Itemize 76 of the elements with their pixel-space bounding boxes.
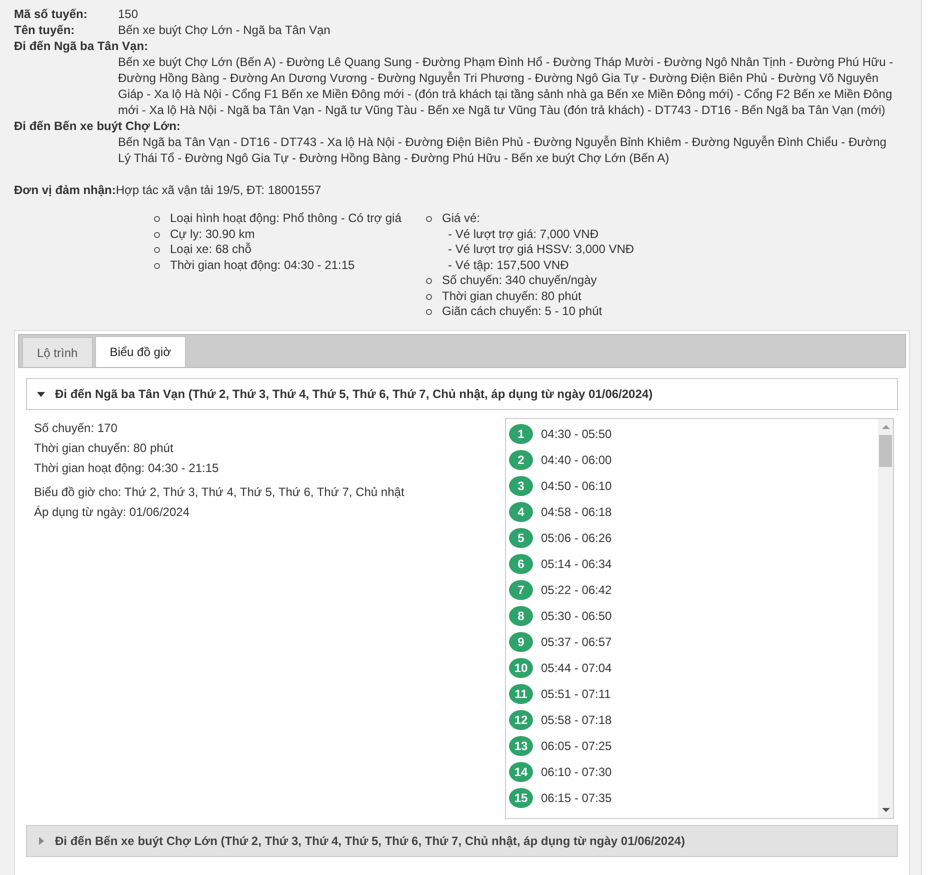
route-path-text: Bến xe buýt Chợ Lớn (Bến A) - Đường Lê Quang Sung - Đường Phạm Đình Hổ - Đường Tháp Mười - Đường Ngô Nhân Tịnh - Đường Phú Hữu - Đường Hồng Bàng - Đường An Dương Vương - Đường Nguyễn Tri Phương - Đường Ngô Gia Tự - Đường Điện Biên Phủ - Đường Võ Nguyên Giáp - Xa lộ Hà Nội - Cổng F1 Bến xe Miền Đông mới - (đón trả khách tại tầng sảnh nhà ga Bến xe Miền Đông mới) - Cổng F2 Bến xe Miền Đông mới - Xa lộ Hà Nội - Ngã ba Tân Vạn - Ngã tư Vũng Tàu - Bến xe Ngã tư Vũng Tàu (đón trả khách) - DT743 - DT16 - Bến Ngã ba Tân Vạn (mới) [117, 54, 894, 118]
bullet-icon [154, 262, 160, 268]
field-value: 150 [118, 6, 138, 22]
detail-text: Giá vé: [442, 211, 482, 226]
summary-text: Thời gian hoạt động: 04:30 - 21:15 [34, 460, 220, 476]
price-text: - Vé tập: 157,500 VNĐ [447, 258, 570, 273]
detail-text: Cự ly: 30.90 km [170, 226, 255, 242]
detail-text: Giãn cách chuyến: 5 - 10 phút [442, 304, 602, 320]
accordion-header[interactable]: Đi đến Ngã ba Tân Vạn (Thứ 2, Thứ 3, Thứ 4, Thứ 5, Thứ 6, Thứ 7, Chủ nhật, áp dụng từ ngày 01/06/2024) [26, 378, 898, 410]
field-label: Mã số tuyến: [14, 6, 88, 22]
bullet-icon [154, 247, 160, 253]
trip-time: 06:10 - 07:30 [541, 764, 612, 778]
detail-text: Thời gian hoạt động: 04:30 - 21:15 [170, 258, 355, 273]
tab[interactable]: Lộ trình [22, 336, 93, 366]
bullet-icon [154, 232, 160, 238]
trip-time: 04:40 - 06:00 [541, 452, 612, 466]
trip-time: 04:50 - 06:10 [541, 478, 612, 492]
trip-time: 05:37 - 06:57 [541, 634, 612, 648]
trip-number: 9 [509, 632, 533, 652]
trip-number: 15 [509, 788, 533, 808]
detail-text: Số chuyến: 340 chuyến/ngày [442, 273, 597, 288]
caret-down-icon [37, 390, 45, 398]
summary-text: Thời gian chuyến: 80 phút [34, 440, 174, 456]
accordion-title: Đi đến Bến xe buýt Chợ Lớn (Thứ 2, Thứ 3, Thứ 4, Thứ 5, Thứ 6, Thứ 7, Chủ nhật, áp dụng từ ngày 01/06/2024) [55, 834, 685, 848]
price-text: - Vé lượt trợ giá HSSV: 3,000 VNĐ [447, 242, 634, 258]
trip-time: 05:58 - 07:18 [541, 712, 612, 726]
trip-time: 05:44 - 07:04 [541, 660, 612, 674]
direction-label: Đi đến Ngã ba Tân Vạn: [14, 38, 150, 54]
trip-number: 11 [509, 684, 533, 704]
trip-number: 10 [509, 658, 533, 678]
field-label: Đơn vị đảm nhận: [14, 183, 116, 197]
trip-number: 13 [509, 736, 533, 756]
note-text: Áp dụng từ ngày: 01/06/2024 [34, 504, 190, 520]
trip-time: 04:58 - 06:18 [541, 504, 612, 518]
note-text: Biểu đồ giờ cho: Thứ 2, Thứ 3, Thứ 4, Thứ 5, Thứ 6, Thứ 7, Chủ nhật [34, 484, 404, 500]
accordion-header[interactable]: Đi đến Bến xe buýt Chợ Lớn (Thứ 2, Thứ 3, Thứ 4, Thứ 5, Thứ 6, Thứ 7, Chủ nhật, áp dụng từ ngày 01/06/2024) [26, 824, 898, 856]
bullet-icon [426, 309, 432, 315]
trip-number: 7 [509, 580, 533, 600]
route-path-text: Bến Ngã ba Tân Vạn - DT16 - DT743 - Xa lộ Hà Nội - Đường Điện Biên Phủ - Đường Nguyễn Bỉnh Khiêm - Đường Nguyễn Đình Chiểu - Đường Lý Thái Tổ - Đường Ngô Gia Tự - Đường Hồng Bàng - Đường Phú Hữu - Bến xe buýt Chợ Lớn (Bến A) [117, 134, 888, 166]
trip-time: 06:15 - 07:35 [541, 790, 612, 804]
trip-number: 3 [509, 476, 533, 496]
detail-text: Loại xe: 68 chỗ [170, 242, 252, 258]
trip-time: 05:06 - 06:26 [541, 530, 612, 544]
scroll-down-icon[interactable] [882, 808, 890, 812]
tab[interactable]: Biểu đồ giờ [94, 336, 186, 366]
trip-number: 4 [509, 502, 533, 522]
trip-time: 05:14 - 06:34 [541, 556, 612, 570]
scroll-up-icon[interactable] [882, 424, 890, 428]
trip-number: 6 [509, 554, 533, 574]
trip-time: 05:30 - 06:50 [541, 608, 612, 622]
price-text: - Vé lượt trợ giá: 7,000 VNĐ [447, 226, 600, 242]
scroll-thumb[interactable] [879, 434, 892, 466]
trip-time: 05:51 - 07:11 [541, 686, 611, 700]
caret-right-icon [37, 836, 45, 844]
accordion-title: Đi đến Ngã ba Tân Vạn (Thứ 2, Thứ 3, Thứ 4, Thứ 5, Thứ 6, Thứ 7, Chủ nhật, áp dụng từ ngày 01/06/2024) [55, 386, 653, 400]
field-value: Hợp tác xã vận tải 19/5, ĐT: 18001557 [116, 183, 322, 197]
field-value: Bến xe buýt Chợ Lớn - Ngã ba Tân Vạn [118, 22, 330, 38]
trip-number: 2 [509, 450, 533, 470]
trip-number: 8 [509, 606, 533, 626]
bullet-icon [154, 216, 160, 222]
trip-number: 12 [509, 710, 533, 730]
summary-text: Số chuyến: 170 [34, 420, 118, 436]
detail-text: Loại hình hoạt động: Phổ thông - Có trợ giá [170, 211, 402, 226]
direction-label: Đi đến Bến xe buýt Chợ Lớn: [14, 118, 182, 134]
scrollbar[interactable] [878, 418, 893, 818]
bullet-icon [426, 278, 432, 284]
trip-time: 04:30 - 05:50 [541, 426, 612, 440]
bullet-icon [426, 216, 432, 222]
trip-number: 1 [509, 424, 533, 444]
bullet-icon [426, 294, 432, 300]
trip-time: 06:05 - 07:25 [541, 738, 612, 752]
field-label: Tên tuyến: [14, 22, 76, 38]
detail-text: Thời gian chuyến: 80 phút [442, 288, 582, 304]
trip-time: 05:22 - 06:42 [541, 582, 612, 596]
trip-number: 5 [509, 528, 533, 548]
trip-number: 14 [509, 762, 533, 782]
